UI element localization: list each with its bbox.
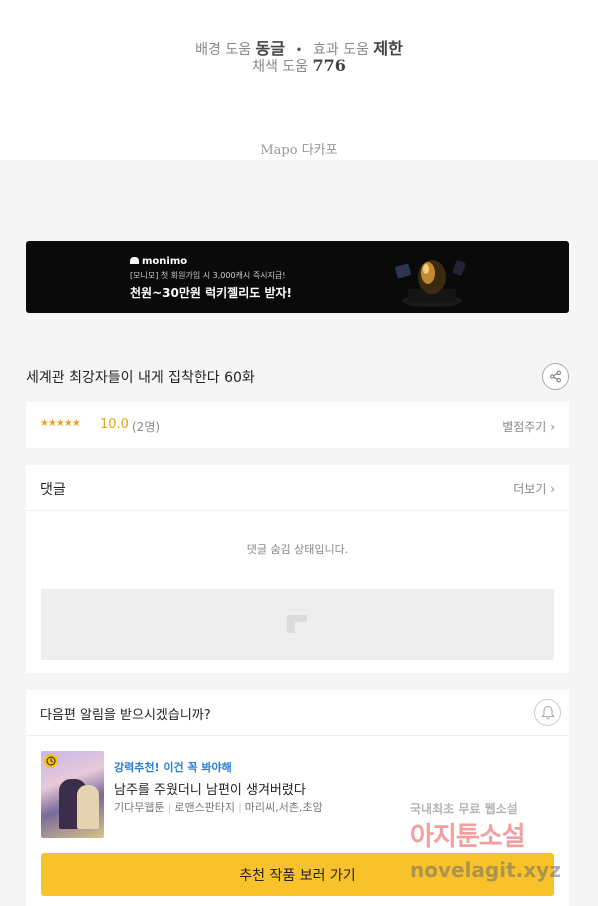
comments-header: 댓글 더보기 › <box>26 465 569 511</box>
rating-stars: ★★★★★ <box>40 418 81 429</box>
thumbnail-figure <box>77 785 99 829</box>
color-value: 776 <box>312 56 346 75</box>
notify-question: 다음편 알림을 받으시겠습니까? <box>40 708 211 723</box>
bell-icon <box>540 705 555 720</box>
recommend-title[interactable]: 남주를 주웠더니 남편이 생겨버렸다 <box>114 779 306 798</box>
comments-more-button[interactable]: 더보기 › <box>513 480 555 497</box>
recommend-meta: 기다무웹툰 | 로맨스판타지 | 마리씨,서촌,초암 <box>114 801 323 814</box>
comments-hidden-message: 댓글 숨김 상태입니다. <box>246 543 349 556</box>
recommend-authors: 마리씨,서촌,초암 <box>244 801 323 814</box>
ad-line-1: [모니모] 첫 회원가입 시 3,000캐시 즉시지급! <box>130 271 286 280</box>
rating-count: (2명) <box>132 420 161 434</box>
notify-header: 다음편 알림을 받으시겠습니까? <box>26 690 569 736</box>
color-label: 채색 도움 <box>252 59 309 75</box>
recommend-type: 기다무웹툰 <box>114 801 165 814</box>
studio-credit: Mapo 다카포 <box>260 143 338 158</box>
ad-placeholder <box>41 589 554 660</box>
ad-jelly-icon <box>395 260 466 307</box>
wait-free-clock-icon <box>44 754 58 768</box>
share-icon <box>550 370 561 383</box>
next-episode-section: 다음편 알림을 받으시겠습니까? 강력추천! 이건 꼭 봐야해 남주를 주웠더니… <box>26 690 569 906</box>
ad-banner[interactable]: monimo [모니모] 첫 회원가입 시 3,000캐시 즉시지급! 천원~3… <box>26 241 569 313</box>
separator: • <box>295 43 303 57</box>
recommend-cta-button[interactable]: 추천 작품 보러 가기 <box>41 853 554 896</box>
comments-section: 댓글 더보기 › 댓글 숨김 상태입니다. <box>26 465 569 673</box>
ad-line-2: 천원~30만원 럭키젤리도 받자! <box>130 286 293 300</box>
monimo-logo-icon <box>130 257 139 264</box>
notify-bell-button[interactable] <box>534 699 561 726</box>
credit-line-2: 채색 도움 776 <box>0 56 598 76</box>
recommend-tag: 강력추천! 이건 꼭 봐야해 <box>114 761 232 774</box>
recommend-genre: 로맨스판타지 <box>174 801 236 814</box>
chevron-right-icon: › <box>550 420 555 434</box>
image-placeholder-icon <box>287 615 307 633</box>
rate-button[interactable]: 별점주기 › <box>502 418 555 435</box>
recommend-thumbnail[interactable] <box>41 751 104 838</box>
episode-title: 세계관 최강자들이 내게 집착한다 60화 <box>26 370 255 386</box>
episode-credits: 배경 도움 동글 • 효과 도움 제한 채색 도움 776 Mapo 다카포 <box>0 0 598 160</box>
episode-title-row: 세계관 최강자들이 내게 집착한다 60화 <box>26 359 569 395</box>
rating-score: 10.0 <box>100 417 129 432</box>
rating-box: ★★★★★ 10.0 (2명) 별점주기 › <box>26 402 569 448</box>
comments-label: 댓글 <box>40 482 66 498</box>
share-button[interactable] <box>542 363 569 390</box>
ad-brand: monimo <box>130 256 187 267</box>
chevron-right-icon: › <box>550 482 555 496</box>
